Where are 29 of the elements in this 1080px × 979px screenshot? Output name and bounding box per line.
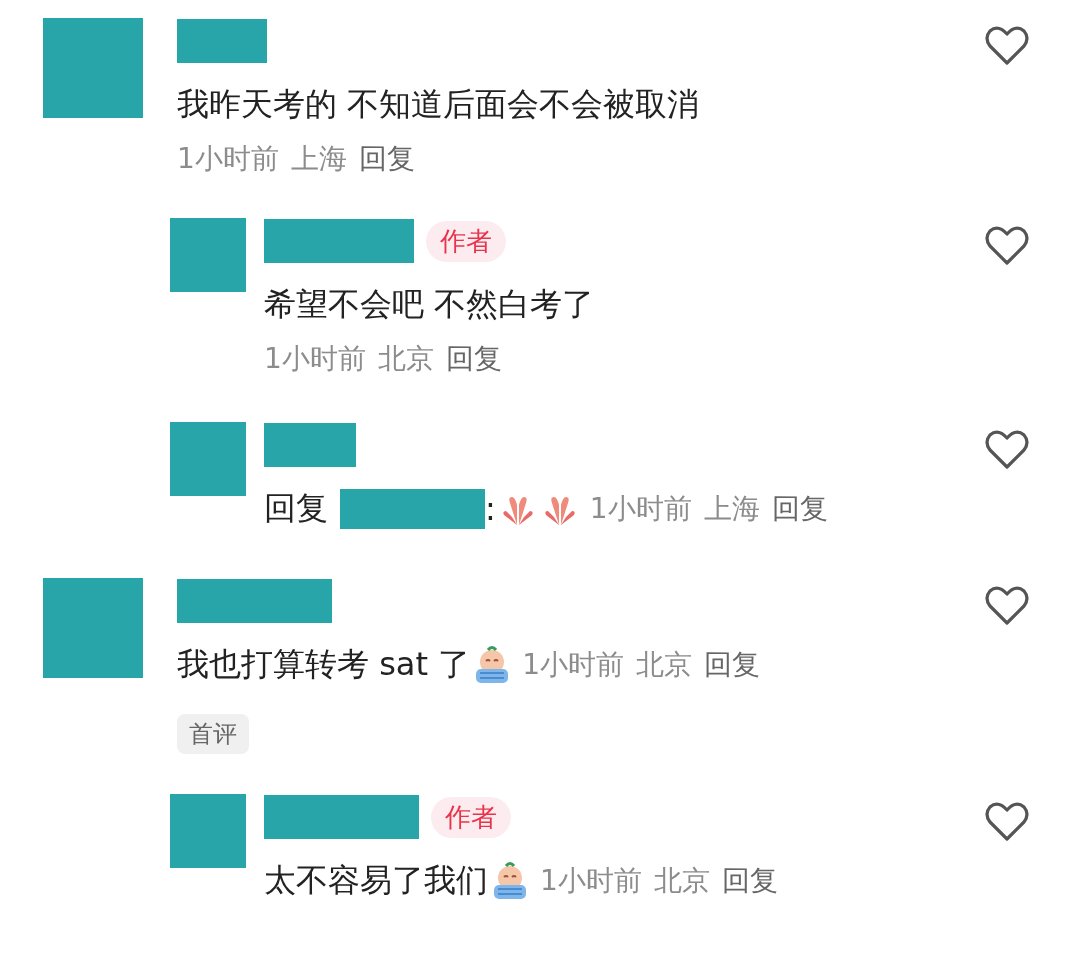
reply-prefix: 回复 bbox=[264, 488, 328, 529]
author-badge: 作者 bbox=[431, 796, 511, 838]
comment-text: 太不容易了我们 bbox=[264, 860, 488, 901]
author-badge: 作者 bbox=[426, 220, 506, 262]
comment-location: 北京 bbox=[653, 863, 710, 899]
reply-link[interactable]: 回复 bbox=[771, 490, 828, 528]
comment-time: 1小时前 bbox=[540, 863, 642, 899]
reply-link[interactable]: 回复 bbox=[704, 646, 760, 684]
heart-icon[interactable] bbox=[984, 800, 1030, 842]
reply-link[interactable]: 回复 bbox=[445, 340, 502, 378]
comment-text: : bbox=[485, 490, 496, 528]
comment-time: 1小时前 bbox=[589, 491, 692, 527]
comment-time: 1小时前 bbox=[522, 647, 624, 683]
heart-icon[interactable] bbox=[984, 224, 1030, 266]
first-comment-tag: 首评 bbox=[177, 714, 249, 754]
heart-icon[interactable] bbox=[984, 428, 1030, 470]
comment-location: 上海 bbox=[703, 491, 760, 527]
comment-time: 1小时前 bbox=[264, 341, 366, 377]
heart-icon[interactable] bbox=[984, 584, 1030, 626]
heart-icon[interactable] bbox=[984, 24, 1030, 66]
reply-link[interactable]: 回复 bbox=[721, 862, 778, 900]
comment-text: 希望不会吧 不然白考了 bbox=[264, 284, 595, 325]
reply-link[interactable]: 回复 bbox=[358, 140, 415, 178]
comment-location: 北京 bbox=[377, 341, 434, 377]
comment-location: 北京 bbox=[636, 647, 692, 683]
comment-text: 我也打算转考 sat 了 bbox=[177, 644, 471, 685]
comment-time: 1小时前 bbox=[177, 141, 279, 177]
comment-location: 上海 bbox=[290, 141, 347, 177]
comment-text: 我昨天考的 不知道后面会不会被取消 bbox=[177, 84, 700, 125]
